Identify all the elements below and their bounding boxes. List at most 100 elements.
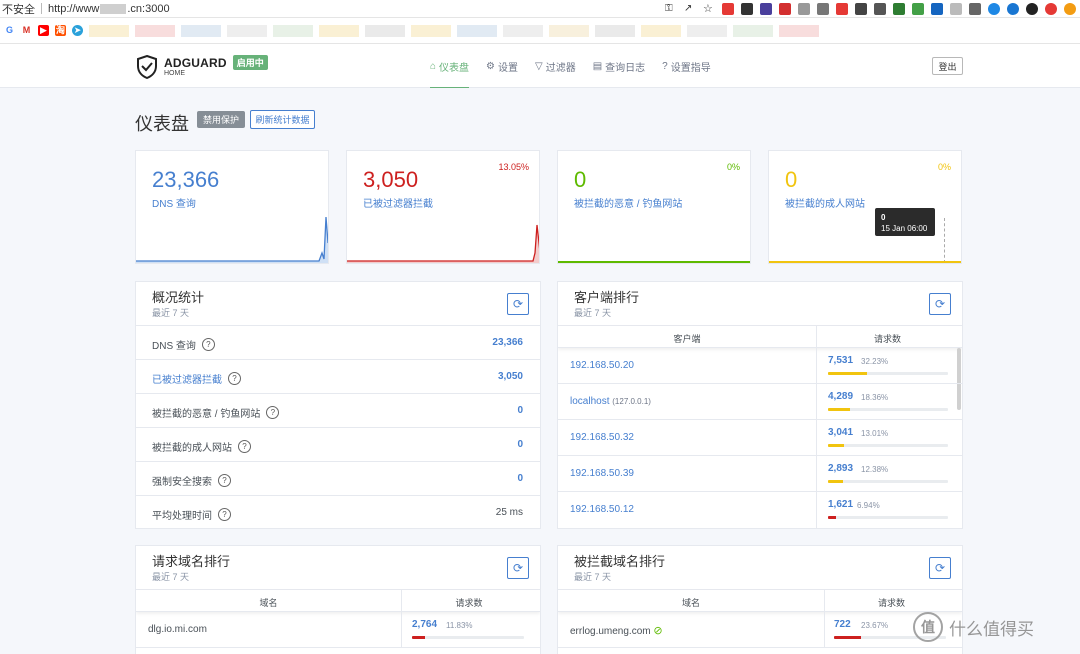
sparkline <box>558 261 750 263</box>
logout-button[interactable]: 登出 <box>932 57 963 75</box>
telegram-icon[interactable]: ➤ <box>72 25 83 36</box>
bookmark-redacted[interactable] <box>503 24 543 37</box>
domain-text[interactable]: errlog.umeng.com <box>570 626 651 637</box>
nav-settings[interactable]: ⚙ 设置 <box>486 44 518 88</box>
extension-icon[interactable] <box>1007 3 1019 15</box>
extension-icon[interactable] <box>798 3 810 15</box>
extension-icon[interactable] <box>950 3 962 15</box>
refresh-stats-button[interactable]: 刷新统计数据 <box>250 110 315 129</box>
domain-name[interactable]: errlog.umeng.com ⊘ <box>570 624 663 637</box>
status-badge: 启用中 <box>232 54 268 70</box>
extension-icon[interactable] <box>1045 3 1057 15</box>
refresh-button[interactable]: ⟳ <box>929 557 951 579</box>
client-ip[interactable]: 192.168.50.32 <box>570 432 634 443</box>
bookmark-redacted[interactable] <box>411 24 451 37</box>
refresh-button[interactable]: ⟳ <box>929 293 951 315</box>
extension-icon[interactable] <box>874 3 886 15</box>
shield-icon <box>137 55 157 79</box>
stat-row-label: 强制安全搜索? <box>152 473 231 488</box>
client-name[interactable]: localhost (127.0.0.1) <box>570 396 651 407</box>
extension-icon[interactable] <box>1026 3 1038 15</box>
extension-icon[interactable] <box>760 3 772 15</box>
extension-icon[interactable] <box>931 3 943 15</box>
request-percent: 12.38% <box>861 465 889 474</box>
disable-protection-button[interactable]: 禁用保护 <box>197 111 245 128</box>
help-icon[interactable]: ? <box>218 474 231 487</box>
bookmark-redacted[interactable] <box>779 24 819 37</box>
extension-icon[interactable] <box>855 3 867 15</box>
adguard-logo[interactable]: ADGUARD HOME 启用中 <box>136 54 268 79</box>
help-icon[interactable]: ? <box>266 406 280 419</box>
help-icon[interactable]: ? <box>218 508 231 521</box>
filter-icon: ▽ <box>535 60 543 72</box>
bookmark-redacted[interactable] <box>89 24 129 37</box>
bookmark-redacted[interactable] <box>687 24 727 37</box>
row-label-text[interactable]: 已被过滤器拦截 <box>152 371 222 386</box>
column-header-requests[interactable]: 请求数 <box>401 596 537 609</box>
table-row: dlg.io.mi.com 2,764 11.83% <box>136 612 540 648</box>
stat-value: 0 <box>785 167 798 192</box>
bookmark-redacted[interactable] <box>135 24 175 37</box>
progress-fill <box>828 516 837 519</box>
client-name[interactable]: 192.168.50.20 <box>570 360 634 371</box>
bookmark-redacted[interactable] <box>319 24 359 37</box>
client-ip[interactable]: 192.168.50.20 <box>570 360 634 371</box>
stat-row-label[interactable]: 已被过滤器拦截? <box>152 371 241 386</box>
help-icon[interactable]: ? <box>201 338 215 351</box>
extension-icon[interactable] <box>988 3 1000 15</box>
panel-header: 被拦截域名排行 最近 7 天 ⟳ <box>558 546 962 590</box>
extension-icon[interactable] <box>893 3 905 15</box>
extension-icon[interactable] <box>817 3 829 15</box>
taobao-icon[interactable]: 淘 <box>55 25 66 36</box>
extension-icon[interactable] <box>779 3 791 15</box>
nav-filters[interactable]: ▽ 过滤器 <box>535 44 576 88</box>
browser-address-bar[interactable]: 不安全 http://www .cn:3000 ⚿ ↗ ☆ <box>0 0 1080 18</box>
column-header-domain[interactable]: 域名 <box>136 596 401 609</box>
bookmark-redacted[interactable] <box>181 24 221 37</box>
share-icon[interactable]: ↗ <box>684 3 696 15</box>
extension-icon[interactable] <box>969 3 981 15</box>
refresh-button[interactable]: ⟳ <box>507 557 529 579</box>
table-row: errlog.umeng.com ⊘ 722 23.67% <box>558 612 962 648</box>
refresh-button[interactable]: ⟳ <box>507 293 529 315</box>
client-ip[interactable]: localhost <box>570 396 609 407</box>
star-icon[interactable]: ☆ <box>703 3 715 15</box>
bookmark-redacted[interactable] <box>227 24 267 37</box>
column-header-domain[interactable]: 域名 <box>558 596 824 609</box>
extension-icon[interactable] <box>912 3 924 15</box>
nav-label: 设置 <box>498 62 519 74</box>
extension-icon[interactable] <box>1064 3 1076 15</box>
extension-icon[interactable] <box>836 3 848 15</box>
column-header-requests[interactable]: 请求数 <box>824 596 959 609</box>
bookmark-redacted[interactable] <box>273 24 313 37</box>
google-icon[interactable]: G <box>4 25 15 36</box>
nav-label: 仪表盘 <box>439 62 470 74</box>
client-name[interactable]: 192.168.50.39 <box>570 468 634 479</box>
bookmark-redacted[interactable] <box>641 24 681 37</box>
bookmark-redacted[interactable] <box>733 24 773 37</box>
extension-icon[interactable] <box>741 3 753 15</box>
domain-name[interactable]: dlg.io.mi.com <box>148 624 207 635</box>
client-name[interactable]: 192.168.50.12 <box>570 504 634 515</box>
client-name[interactable]: 192.168.50.32 <box>570 432 634 443</box>
nav-dashboard[interactable]: ⌂ 仪表盘 <box>430 44 470 88</box>
nav-setup-guide[interactable]: ? 设置指导 <box>662 44 711 88</box>
stat-row-value: 0 <box>517 473 523 484</box>
nav-query-log[interactable]: ▤ 查询日志 <box>593 44 645 88</box>
bookmark-redacted[interactable] <box>365 24 405 37</box>
bookmark-redacted[interactable] <box>457 24 497 37</box>
bookmark-redacted[interactable] <box>549 24 589 37</box>
help-icon[interactable]: ? <box>228 372 241 385</box>
url-redacted <box>100 3 127 14</box>
gmail-icon[interactable]: M <box>21 25 32 36</box>
youtube-icon[interactable]: ▶ <box>38 25 49 36</box>
help-icon[interactable]: ? <box>238 440 251 453</box>
eye-slash-icon[interactable]: ⊘ <box>653 625 662 637</box>
client-ip[interactable]: 192.168.50.12 <box>570 504 634 515</box>
column-header-requests[interactable]: 请求数 <box>816 332 959 345</box>
key-icon[interactable]: ⚿ <box>665 3 677 15</box>
extension-icon[interactable] <box>722 3 734 15</box>
column-header-client[interactable]: 客户端 <box>558 332 816 345</box>
bookmark-redacted[interactable] <box>595 24 635 37</box>
client-ip[interactable]: 192.168.50.39 <box>570 468 634 479</box>
